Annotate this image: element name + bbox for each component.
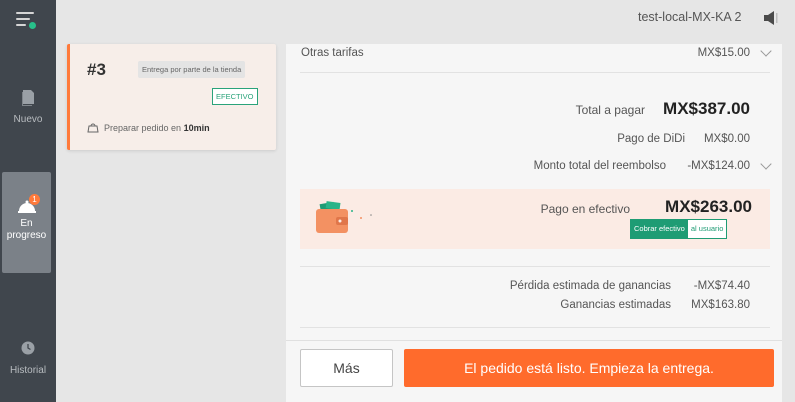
sidebar-item-label: progreso	[6, 230, 47, 241]
sidebar: Nuevo 1 En progreso Historial	[0, 0, 56, 402]
cash-payment-box: Pago en efectivo MX$263.00 Cobrar efecti…	[300, 189, 770, 249]
collect-from-user-option[interactable]: al usuario	[687, 220, 727, 238]
collect-cash-toggle[interactable]: Cobrar efectivo al usuario	[630, 219, 728, 239]
refund-label: Monto total del reembolso	[533, 160, 666, 172]
other-fees-value: MX$15.00	[697, 47, 750, 59]
cash-payment-label: Pago en efectivo	[540, 202, 630, 216]
didi-payment-label: Pago de DiDi	[617, 133, 685, 145]
prep-label: Preparar pedido en	[104, 123, 182, 133]
more-button[interactable]: Más	[300, 349, 393, 387]
prep-time-value: 10min	[183, 123, 210, 133]
sidebar-item-nuevo[interactable]: Nuevo	[0, 88, 56, 132]
order-number: #3	[87, 60, 106, 79]
delivery-type-tag: Entrega por parte de la tienda	[138, 61, 246, 78]
speaker-icon[interactable]	[763, 10, 781, 26]
estimated-loss-value: -MX$74.40	[693, 280, 750, 292]
didi-payment-value: MX$0.00	[703, 133, 750, 145]
menu-icon[interactable]	[16, 10, 38, 30]
sidebar-item-label: Nuevo	[13, 114, 43, 125]
order-card[interactable]: #3 Entrega por parte de la tienda EFECTI…	[67, 44, 276, 150]
sidebar-item-historial[interactable]: Historial	[0, 341, 56, 381]
estimated-earnings-value: MX$163.80	[691, 299, 750, 311]
chevron-down-icon[interactable]	[760, 158, 772, 170]
bag-icon	[87, 123, 99, 133]
sidebar-item-en-progreso[interactable]: 1 En progreso	[2, 172, 51, 273]
action-bar: Más El pedido está listo. Empieza la ent…	[286, 340, 782, 402]
prep-time: Preparar pedido en 10min	[87, 122, 210, 133]
refund-value: -MX$124.00	[687, 160, 750, 172]
estimated-earnings-label: Ganancias estimadas	[560, 299, 671, 311]
divider	[300, 327, 770, 328]
order-ready-button[interactable]: El pedido está listo. Empieza la entrega…	[404, 349, 774, 387]
sidebar-item-label: Historial	[9, 365, 47, 376]
other-fees-label: Otras tarifas	[301, 47, 364, 59]
total-value: MX$387.00	[663, 99, 750, 118]
total-label: Total a pagar	[575, 103, 645, 117]
estimated-loss-label: Pérdida estimada de ganancias	[509, 280, 671, 292]
cash-payment-value: MX$263.00	[665, 197, 752, 216]
in-progress-badge: 1	[29, 194, 40, 205]
order-summary-panel: Otras tarifas MX$15.00 Total a pagar MX$…	[286, 44, 782, 340]
chevron-down-icon[interactable]	[760, 45, 772, 57]
store-name[interactable]: test-local-MX-KA 2	[638, 10, 742, 24]
sidebar-item-label: En	[20, 218, 33, 229]
collect-cash-option[interactable]: Cobrar efectivo	[631, 220, 688, 238]
divider	[300, 266, 770, 267]
history-icon	[21, 341, 35, 355]
new-orders-icon	[22, 90, 34, 106]
divider	[300, 72, 770, 73]
wallet-icon	[316, 201, 372, 233]
payment-method-tag: EFECTIVO	[212, 88, 258, 105]
